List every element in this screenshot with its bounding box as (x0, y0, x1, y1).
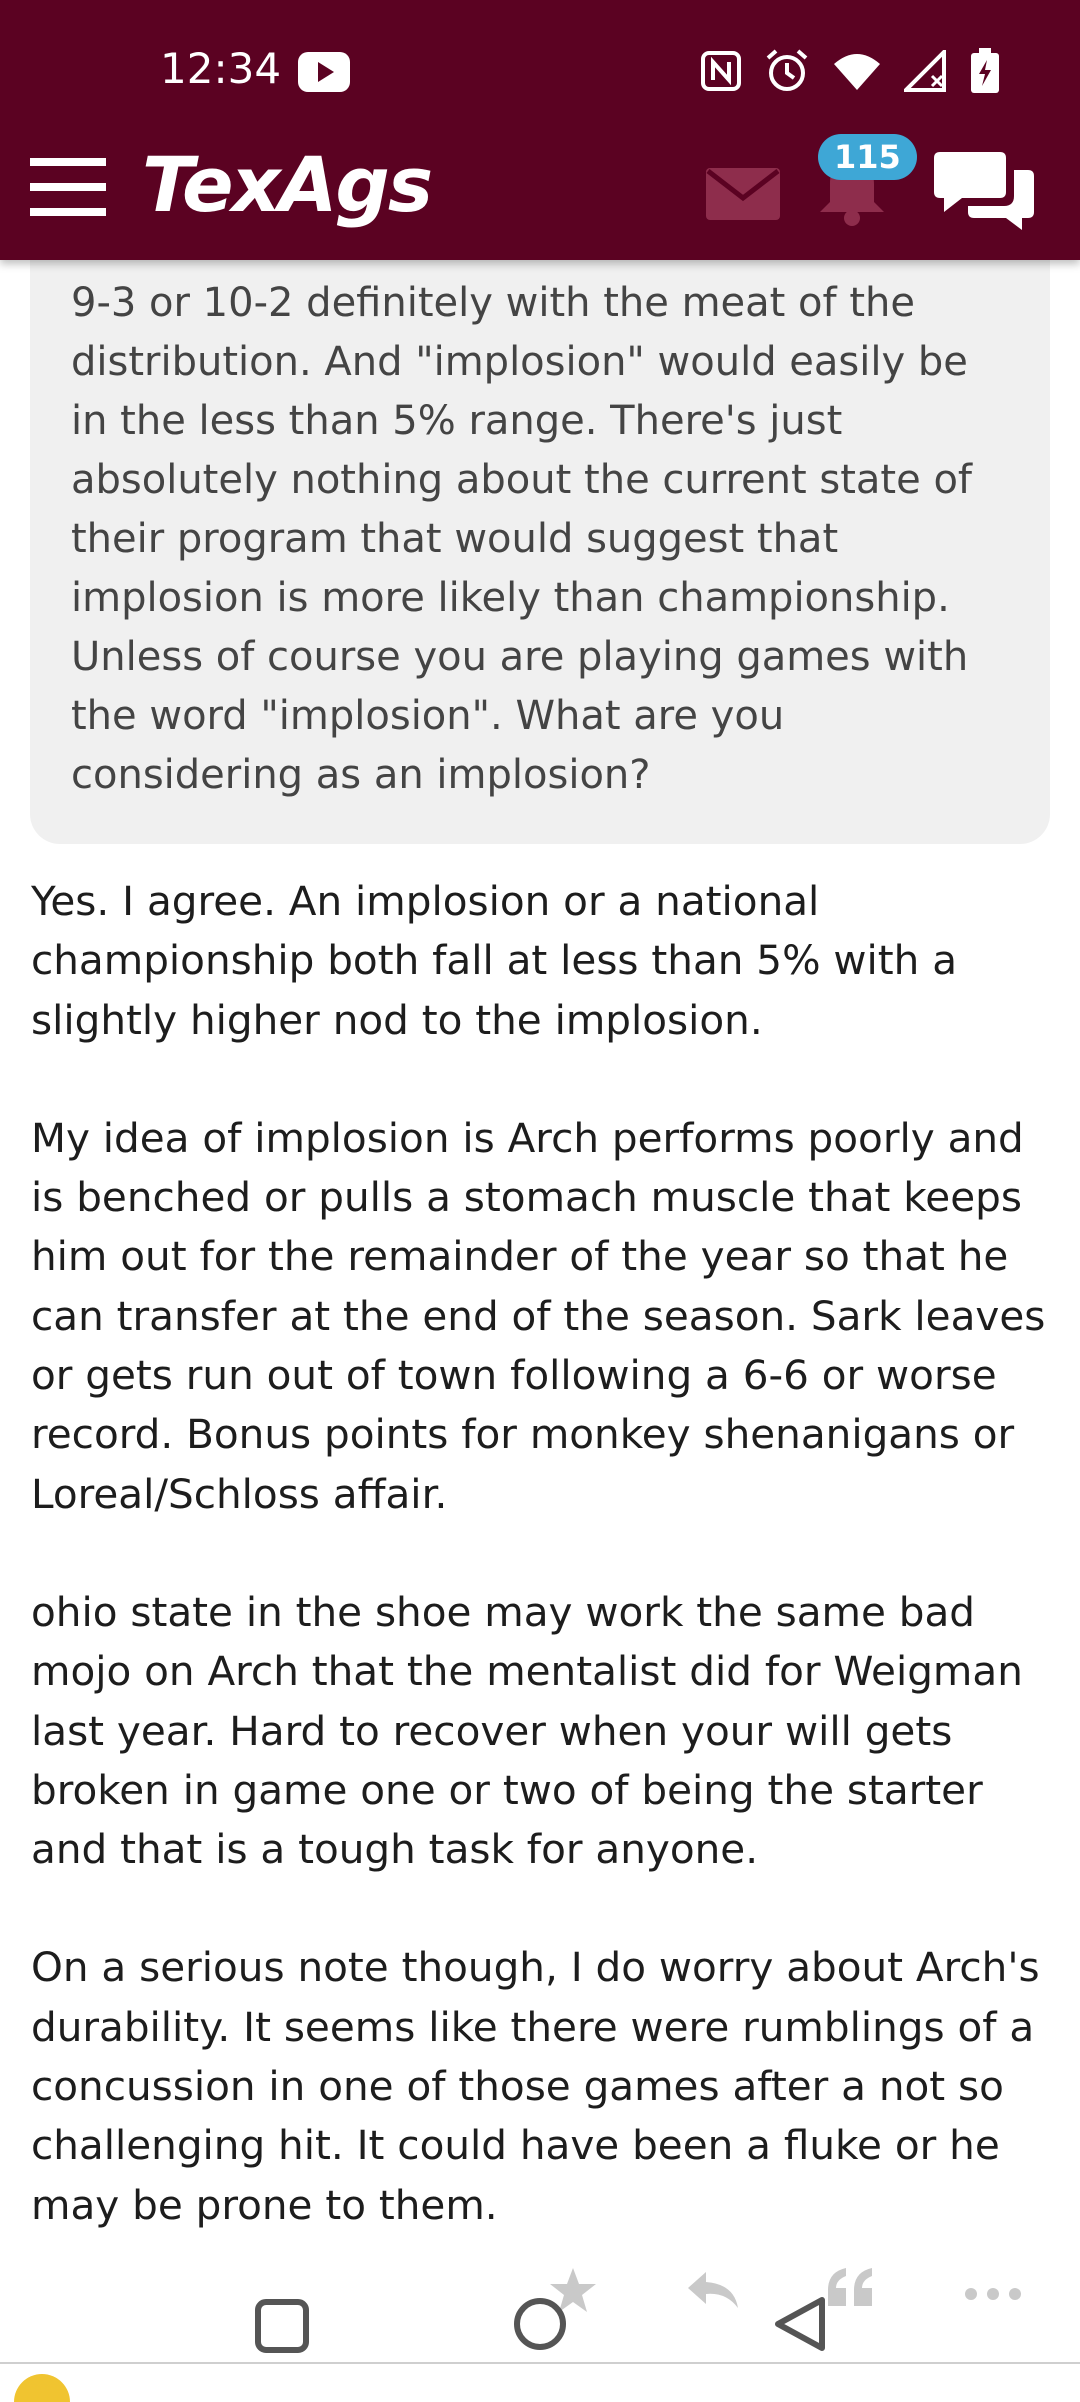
top-app-bar: 12:34 TexAgs 115 (0, 0, 1080, 260)
status-icons (700, 48, 1000, 94)
youtube-icon (298, 52, 350, 96)
notification-badge: 115 (818, 134, 917, 180)
wifi-icon (832, 50, 882, 92)
post-paragraph: Yes. I agree. An implosion or a national… (31, 877, 958, 1044)
battery-icon (970, 48, 1000, 94)
avatar[interactable] (14, 2374, 70, 2402)
post-paragraph: ohio state in the shoe may work the same… (31, 1587, 1023, 1874)
home-circle-icon[interactable] (512, 2296, 568, 2356)
quote-icon[interactable] (824, 2266, 876, 2316)
more-icon[interactable] (964, 2286, 1022, 2305)
texags-logo[interactable]: TexAgs (142, 140, 433, 229)
chat-icon[interactable] (934, 148, 1034, 236)
menu-icon[interactable] (30, 158, 106, 220)
back-triangle-icon[interactable] (772, 2296, 828, 2356)
recents-square-icon[interactable] (254, 2298, 310, 2358)
next-post-header (0, 2362, 1080, 2402)
reply-icon[interactable] (686, 2270, 740, 2314)
post-body: Yes. I agree. An implosion or a national… (31, 872, 1061, 2294)
signal-icon (904, 50, 948, 92)
nfc-icon (700, 50, 742, 92)
post-paragraph: On a serious note though, I do worry abo… (31, 1943, 1040, 2229)
status-time: 12:34 (160, 44, 282, 93)
quoted-post: 9-3 or 10-2 definitely with the meat of … (30, 240, 1050, 844)
alarm-icon (764, 48, 810, 94)
quote-text: 9-3 or 10-2 definitely with the meat of … (71, 280, 972, 798)
post-paragraph: My idea of implosion is Arch performs po… (31, 1113, 1046, 1518)
mail-icon[interactable] (706, 168, 780, 224)
